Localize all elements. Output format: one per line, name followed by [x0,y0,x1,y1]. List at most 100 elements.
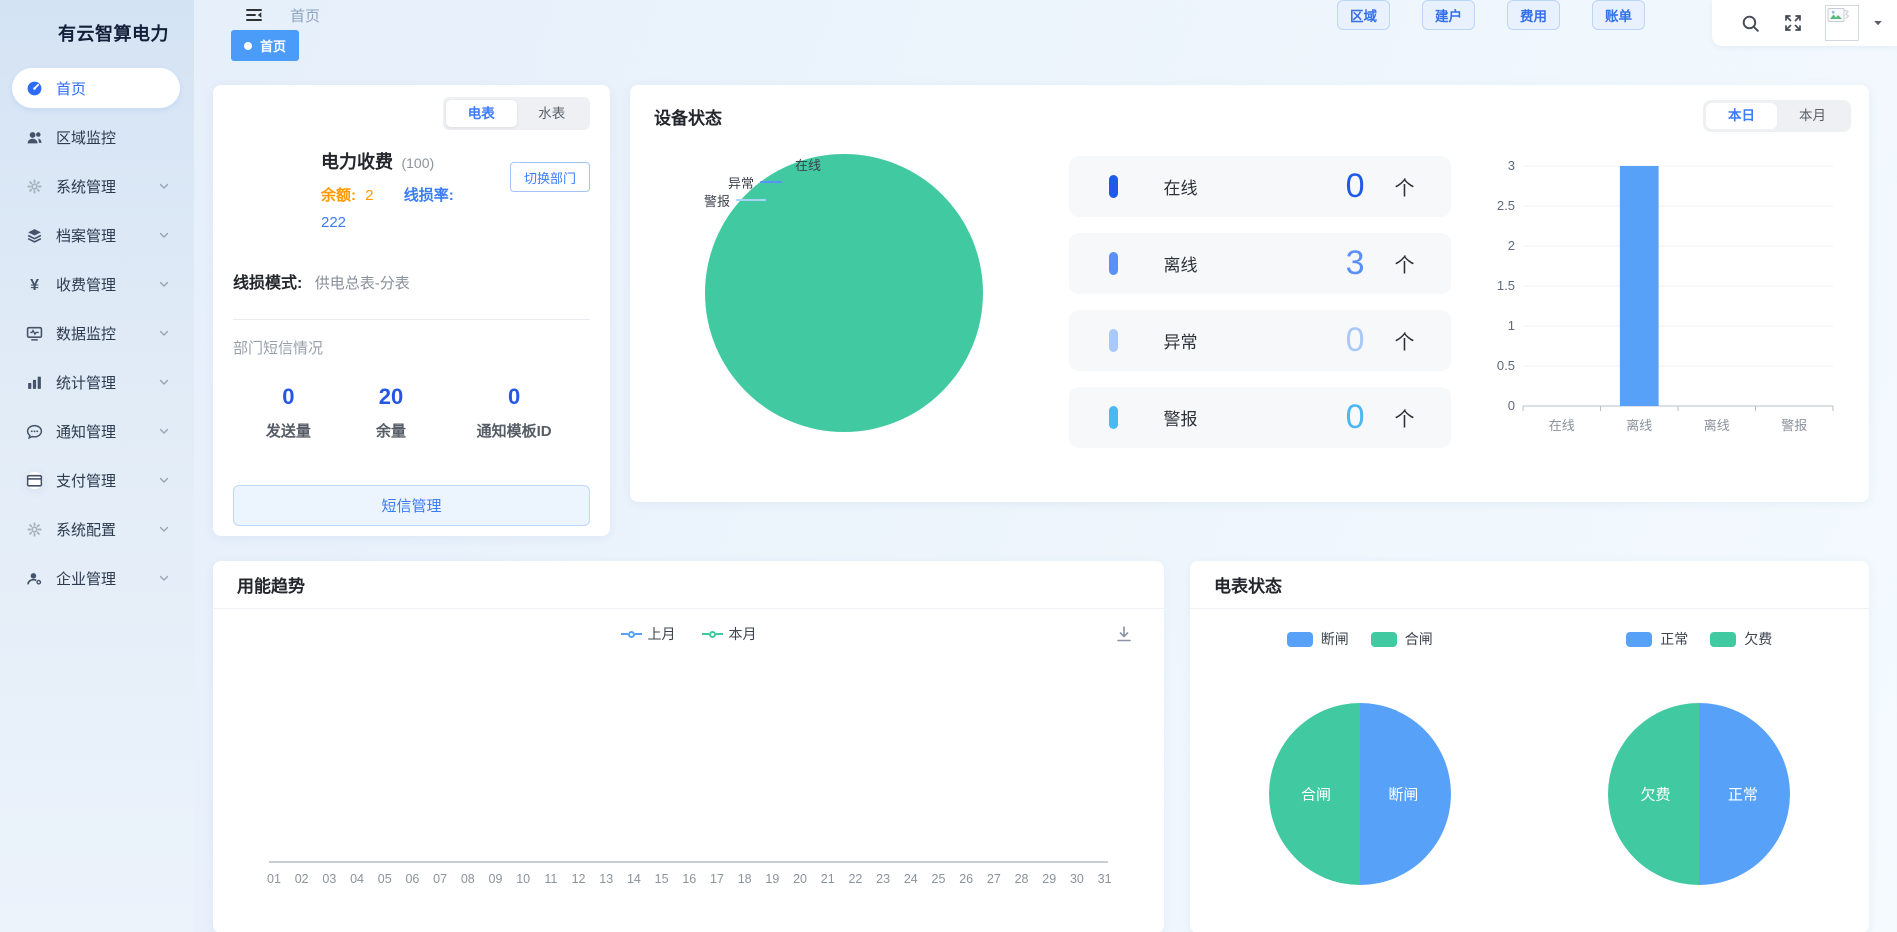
sidebar-menu: 首页区域监控系统管理档案管理 ¥收费管理数据监控统计管理通知管理支付管理系统配置企… [0,68,194,598]
download-icon[interactable] [1114,624,1134,649]
pie-legend: 正常 欠费 [1626,627,1772,651]
sidebar-item-系统管理[interactable]: 系统管理 [12,166,180,206]
x-tick-label: 20 [789,872,811,886]
card-icon [26,472,43,489]
x-tick-label: 31 [1094,872,1116,886]
tab-home[interactable]: 首页 [231,30,299,61]
topbar-button-费用[interactable]: 费用 [1507,0,1560,30]
switch-department-button[interactable]: 切换部门 [510,162,590,192]
sidebar-item-label: 首页 [56,78,86,99]
sidebar-item-企业管理[interactable]: 企业管理 [12,558,180,598]
sidebar-item-档案管理[interactable]: 档案管理 [12,215,180,255]
svg-text:警报: 警报 [1781,418,1807,433]
sidebar-item-区域监控[interactable]: 区域监控 [12,117,180,157]
dot-icon [244,42,252,50]
billing-card: 电表 水表 电力收费 (100) 余额: 2 线损率: [213,85,610,536]
x-tick-label: 25 [928,872,950,886]
x-tick-label: 29 [1038,872,1060,886]
sidebar-item-通知管理[interactable]: 通知管理 [12,411,180,451]
sms-manage-button[interactable]: 短信管理 [233,485,590,526]
x-tick-label: 10 [512,872,534,886]
chevron-down-icon [158,278,170,290]
sidebar-item-数据监控[interactable]: 数据监控 [12,313,180,353]
device-status-row: 离线3个 [1069,233,1451,294]
status-label: 警报 [1164,405,1198,430]
main-area: 首页 区域建户费用账单 首页 电表 水表 [194,0,1897,932]
svg-text:在线: 在线 [1549,418,1575,433]
x-tick-label: 13 [595,872,617,886]
sms-stat: 0通知模板ID [442,384,586,441]
toggle-today[interactable]: 本日 [1706,103,1777,129]
sidebar-item-系统配置[interactable]: 系统配置 [12,509,180,549]
layers-icon [26,227,43,244]
sidebar-item-首页[interactable]: 首页 [12,68,180,108]
sms-stats: 0发送量20余量0通知模板ID [233,384,590,441]
topbar-tools [1712,0,1897,46]
tab-electric-meter[interactable]: 电表 [446,100,517,127]
fullscreen-icon[interactable] [1783,13,1803,33]
avatar[interactable] [1825,5,1859,41]
tag-bar: 首页 [194,30,1897,61]
chevron-down-icon [158,425,170,437]
line-loss-label: 线损率: [404,187,454,204]
x-tick-label: 22 [844,872,866,886]
x-tick-label: 19 [761,872,783,886]
status-value: 3 [1346,244,1365,283]
sidebar-item-label: 支付管理 [56,470,116,491]
x-tick-label: 03 [318,872,340,886]
svg-text:0: 0 [1508,398,1515,413]
legend-item-正常[interactable]: 正常 [1626,629,1688,649]
x-tick-label: 07 [429,872,451,886]
sidebar-item-label: 系统配置 [56,519,116,540]
chevron-down-icon [158,572,170,584]
device-status-row: 警报0个 [1069,387,1451,448]
legend-item-本月[interactable]: 本月 [702,624,757,644]
x-tick-label: 08 [457,872,479,886]
legend-item-断闸[interactable]: 断闸 [1287,629,1349,649]
device-status-title: 设备状态 [654,104,722,129]
status-pill-icon [1109,329,1118,352]
legend-label: 本月 [729,624,757,644]
status-pill-icon [1109,252,1118,275]
billing-title: 电力收费 [321,152,393,172]
search-icon[interactable] [1740,13,1761,34]
users-icon [26,129,43,146]
sidebar-item-支付管理[interactable]: 支付管理 [12,460,180,500]
sidebar-item-label: 档案管理 [56,225,116,246]
topbar-button-区域[interactable]: 区域 [1337,0,1390,30]
legend-label: 上月 [648,624,676,644]
legend-item-上月[interactable]: 上月 [621,624,676,644]
dropdown-caret-icon[interactable] [1873,18,1883,28]
pie-slice-offline [705,154,983,432]
sidebar-item-统计管理[interactable]: 统计管理 [12,362,180,402]
legend-label: 断闸 [1321,629,1349,649]
status-unit: 个 [1395,326,1415,355]
svg-text:2: 2 [1508,238,1515,253]
gauge-icon [26,80,43,97]
toggle-this-month[interactable]: 本月 [1777,103,1848,129]
legend-item-合闸[interactable]: 合闸 [1371,629,1433,649]
period-toggle: 本日 本月 [1703,100,1851,132]
pie-chart: 欠费正常 [1608,703,1790,885]
x-tick-label: 04 [346,872,368,886]
energy-legend: 上月 本月 [621,624,757,644]
x-tick-label: 01 [263,872,285,886]
x-tick-label: 06 [401,872,423,886]
topbar-button-建户[interactable]: 建户 [1422,0,1475,30]
loss-mode-value: 供电总表-分表 [315,275,410,292]
meter-status-group: 正常 欠费欠费正常 [1530,619,1870,885]
collapse-sidebar-icon[interactable] [244,5,264,25]
legend-swatch-icon [1287,632,1313,647]
x-tick-label: 05 [374,872,396,886]
topbar-button-账单[interactable]: 账单 [1592,0,1645,30]
status-label: 异常 [1164,328,1198,353]
sidebar-item-label: 系统管理 [56,176,116,197]
tab-water-meter[interactable]: 水表 [517,100,588,127]
legend-item-欠费[interactable]: 欠费 [1710,629,1772,649]
device-status-list: 在线0个离线3个异常0个警报0个 [1069,156,1451,470]
svg-text:3: 3 [1508,158,1515,173]
sidebar-item-收费管理[interactable]: ¥收费管理 [12,264,180,304]
meter-status-group: 断闸合闸合闸断闸 [1190,619,1530,885]
bars-icon [26,374,43,391]
sidebar-item-label: 数据监控 [56,323,116,344]
